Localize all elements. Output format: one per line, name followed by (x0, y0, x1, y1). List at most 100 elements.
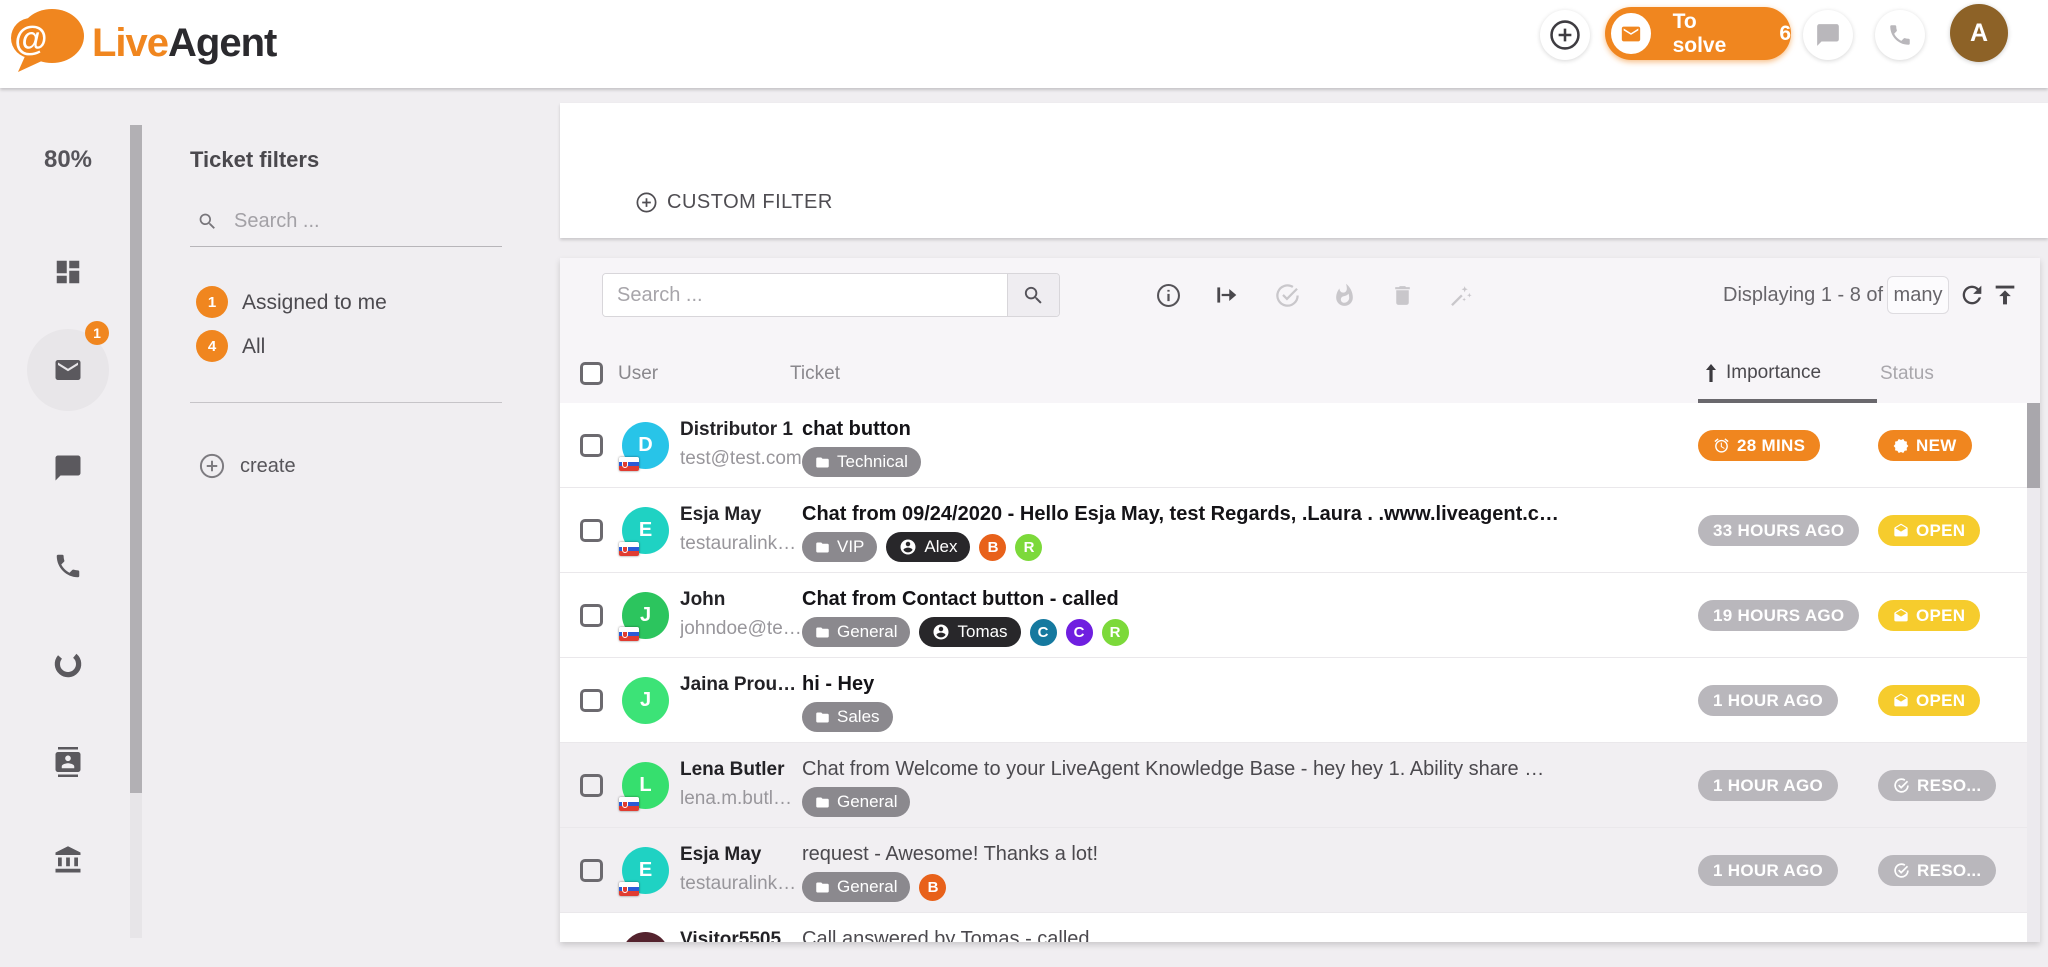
row-checkbox[interactable] (580, 604, 603, 627)
importance-badge-label: 1 HOUR AGO (1713, 691, 1823, 711)
user-email: johndoe@test.... (680, 618, 802, 640)
tag-label: General (837, 622, 897, 642)
row-checkbox[interactable] (580, 774, 603, 797)
row-checkbox[interactable] (580, 434, 603, 457)
ticket-tags: General (802, 787, 910, 817)
user-email: lena.m.butler@... (680, 788, 802, 810)
ticket-search (602, 273, 1060, 317)
tag-initial-circle: B (919, 874, 946, 901)
ticket-title: request - Awesome! Thanks a lot! (802, 843, 1682, 866)
ticket-row[interactable]: EEsja Maytestauralinka@...request - Awes… (560, 828, 2027, 913)
liveagent-logo: LiveAgent (92, 21, 276, 66)
folder-icon (815, 625, 830, 640)
delete-button[interactable] (1384, 277, 1420, 313)
table-toolbar: Displaying 1 - 8 of many User Ticket (560, 258, 2040, 403)
column-importance-label: Importance (1726, 362, 1821, 384)
custom-filter-button[interactable]: CUSTOM FILTER (635, 191, 833, 214)
filter-search-input[interactable] (234, 203, 494, 239)
info-button[interactable] (1150, 277, 1186, 313)
to-solve-button[interactable]: To solve 6 (1605, 7, 1791, 60)
user-name: Lena Butler (680, 759, 802, 781)
importance-badge-label: 28 MINS (1737, 436, 1805, 456)
top-bar: @ LiveAgent To solve 6 (0, 0, 2048, 88)
plus-circle-icon (635, 191, 658, 214)
filter-all[interactable]: All (242, 335, 265, 359)
column-importance[interactable]: Importance (1703, 362, 1821, 384)
column-status[interactable]: Status (1880, 363, 1934, 385)
chat-bubble-icon (1815, 22, 1841, 48)
table-scrollbar[interactable] (2027, 403, 2040, 942)
sidebar-item-dashboard[interactable] (53, 257, 83, 287)
row-checkbox[interactable] (580, 859, 603, 882)
ticket-row[interactable]: VVisitor550589Call answered by Tomas - c… (560, 913, 2027, 942)
page-size-box[interactable]: many (1887, 276, 1949, 314)
phone-icon (1887, 22, 1913, 48)
ticket-row[interactable]: LLena Butlerlena.m.butler@...Chat from W… (560, 743, 2027, 828)
importance-badge: 1 HOUR AGO (1698, 685, 1838, 716)
displaying-label: Displaying 1 - 8 of (1723, 284, 1883, 307)
sidebar-item-contacts[interactable] (53, 747, 83, 777)
ticket-row[interactable]: EEsja Maytestauralinka@...Chat from 09/2… (560, 488, 2027, 573)
ticket-row[interactable]: JJaina Proudmo...hi - HeySales1 HOUR AGO… (560, 658, 2027, 743)
status-badge-label: RESO... (1917, 776, 1981, 796)
tag-label: Technical (837, 452, 908, 472)
plus-circle-icon (198, 452, 226, 480)
sidebar-item-tickets[interactable] (53, 355, 83, 385)
sidebar-scrollbar[interactable] (130, 125, 142, 938)
user-name: John (680, 589, 802, 611)
importance-badge: 28 MINS (1698, 430, 1820, 461)
importance-badge-label: 33 HOURS AGO (1713, 521, 1844, 541)
sidebar-item-sync[interactable] (53, 649, 83, 679)
sidebar-scrollbar-thumb[interactable] (130, 125, 142, 793)
create-new-button[interactable] (1540, 10, 1590, 60)
calls-button[interactable] (1875, 10, 1925, 60)
row-checkbox[interactable] (580, 689, 603, 712)
user-name: Visitor550589 (680, 929, 802, 942)
mark-resolved-button[interactable] (1269, 277, 1305, 313)
sidebar-item-billing[interactable] (53, 845, 83, 875)
filter-assigned-to-me[interactable]: Assigned to me (242, 291, 387, 315)
tag-initial-circle: R (1102, 619, 1129, 646)
slovakia-flag-icon (619, 882, 639, 896)
search-underline (190, 246, 502, 247)
row-checkbox[interactable] (580, 519, 603, 542)
ticket-title: Chat from Contact button - called (802, 588, 1682, 611)
chats-button[interactable] (1803, 10, 1853, 60)
trash-icon (1390, 283, 1415, 308)
logo-agent: Agent (168, 21, 276, 65)
ticket-tags: GeneralTomasCCR (802, 617, 1129, 647)
status-badge: OPEN (1878, 515, 1980, 546)
transfer-button[interactable] (1208, 277, 1244, 313)
ticket-tags: Sales (802, 702, 893, 732)
assigned-to-me-count: 1 (196, 286, 228, 318)
importance-badge-label: 1 HOUR AGO (1713, 861, 1823, 881)
tag-initial-circle: C (1030, 619, 1057, 646)
priority-flame-button[interactable] (1326, 277, 1362, 313)
create-filter-button[interactable]: create (198, 452, 296, 480)
status-badge: NEW (1878, 430, 1972, 461)
ticket-row[interactable]: DDistributor 1test@test.comchat buttonTe… (560, 403, 2027, 488)
magic-wand-button[interactable] (1442, 277, 1478, 313)
search-icon (197, 211, 218, 232)
ticket-search-input[interactable] (603, 274, 1007, 316)
user-avatar-button[interactable]: A (1950, 4, 2008, 62)
search-button[interactable] (1007, 274, 1059, 316)
select-all-checkbox[interactable] (580, 362, 603, 385)
ticket-title: Call answered by Tomas - called (802, 928, 1682, 942)
sidebar-item-chats[interactable] (53, 453, 83, 483)
folder-icon (815, 795, 830, 810)
ticket-row[interactable]: JJohnjohndoe@test....Chat from Contact b… (560, 573, 2027, 658)
importance-badge: 1 HOUR AGO (1698, 770, 1838, 801)
svg-text:@: @ (14, 20, 47, 58)
forward-arrow-icon (1213, 282, 1239, 308)
scroll-top-button[interactable] (1987, 277, 2023, 313)
tickets-badge: 1 (85, 321, 109, 345)
user-avatar: J (622, 677, 669, 724)
sidebar-item-calls[interactable] (53, 551, 83, 581)
refresh-button[interactable] (1954, 277, 1990, 313)
importance-badge-label: 1 HOUR AGO (1713, 776, 1823, 796)
table-scrollbar-thumb[interactable] (2027, 403, 2040, 488)
tag-agent: Tomas (919, 617, 1020, 647)
to-solve-mail-circle (1611, 13, 1651, 54)
tag-label: Sales (837, 707, 880, 727)
